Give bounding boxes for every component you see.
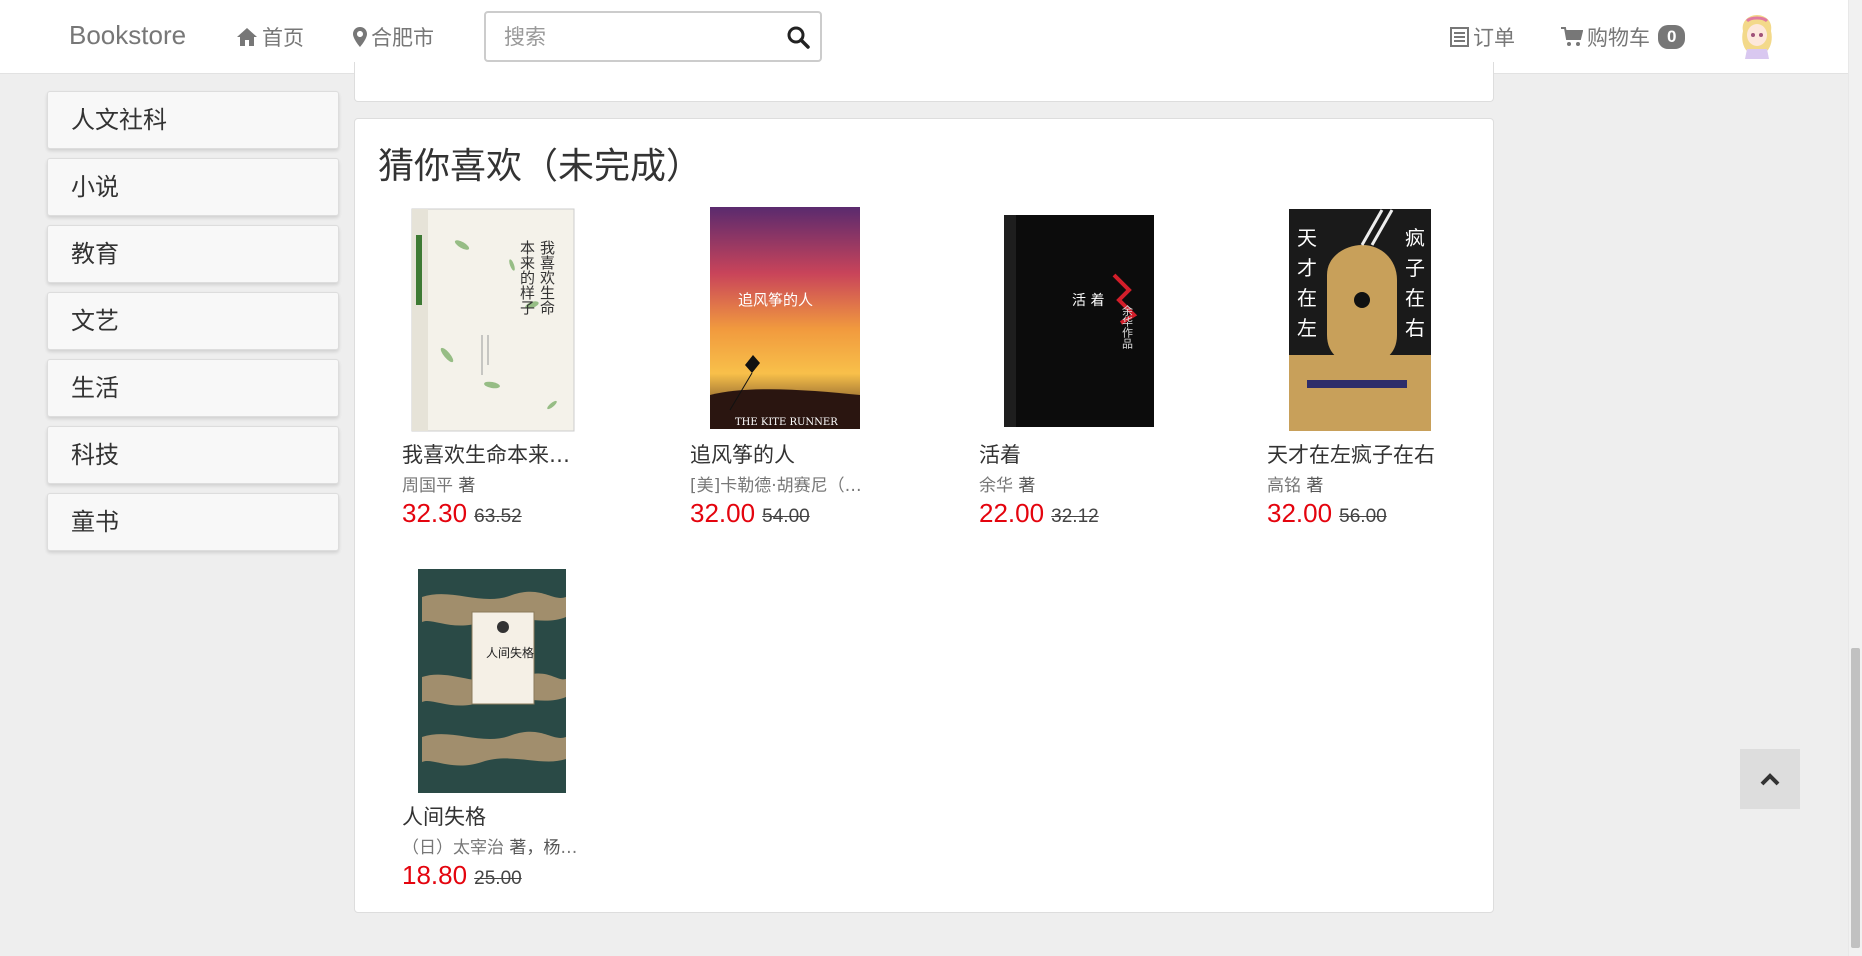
price-row: 32.30 63.52 [402, 498, 652, 529]
map-marker-icon [353, 27, 367, 47]
page-scrollbar[interactable] [1848, 0, 1862, 956]
book-card[interactable]: 天 才 在 左 疯 子 在 右 天才在左疯子在右 高铭 著 32.00 56.0… [1267, 205, 1517, 529]
svg-text:右: 右 [1405, 316, 1425, 340]
back-to-top-button[interactable] [1740, 749, 1800, 809]
price-row: 32.00 56.00 [1267, 498, 1517, 529]
book-card[interactable]: 活 着 余华作品 活着 余华 著 22.00 32.12 [979, 205, 1229, 529]
old-price: 32.12 [1051, 506, 1099, 527]
book-author: 周国平 著 [402, 471, 582, 496]
nav-location[interactable]: 合肥市 [353, 22, 434, 52]
sidebar-item-tech[interactable]: 科技 [47, 426, 339, 484]
book-author: 高铭 著 [1267, 471, 1447, 496]
svg-text:余华作品: 余华作品 [1121, 304, 1134, 349]
book-card[interactable]: 人间失格 人间失格 （日）太宰治 著，杨伟译 18.80 25.00 [402, 567, 652, 891]
price: 32.00 [1267, 498, 1333, 528]
author-suffix: 著 [1306, 476, 1324, 496]
book-cover[interactable]: 人间失格 [402, 567, 612, 797]
price-row: 32.00 54.00 [690, 498, 940, 529]
avatar-image [1735, 13, 1779, 59]
sidebar-item-children[interactable]: 童书 [47, 493, 339, 551]
book-cover[interactable]: 我喜欢生命 本来的样子 [402, 205, 612, 435]
svg-text:活 着: 活 着 [1072, 293, 1104, 309]
cart-count-badge: 0 [1658, 25, 1686, 49]
author-suffix: 著 [458, 476, 476, 496]
category-sidebar: 人文社科 小说 教育 文艺 生活 科技 童书 [47, 91, 339, 560]
svg-text:子: 子 [1405, 256, 1425, 280]
book-author: [美]卡勒德·胡赛尼（Khaled Hosseini） [690, 471, 870, 496]
old-price: 56.00 [1339, 506, 1387, 527]
book-title[interactable]: 活着 [979, 439, 1159, 469]
svg-text:本来的样子: 本来的样子 [518, 240, 536, 315]
old-price: 63.52 [474, 506, 522, 527]
price: 18.80 [402, 860, 468, 890]
book-title[interactable]: 人间失格 [402, 801, 582, 831]
svg-text:左: 左 [1297, 316, 1317, 340]
author-name: [美]卡勒德·胡赛尼（Khaled Hosseini） [690, 476, 870, 496]
svg-text:我喜欢生命: 我喜欢生命 [538, 240, 556, 315]
sidebar-item-life[interactable]: 生活 [47, 359, 339, 417]
svg-text:疯: 疯 [1405, 226, 1425, 250]
svg-text:追风筝的人: 追风筝的人 [738, 291, 813, 309]
list-icon [1450, 27, 1469, 47]
price: 32.00 [690, 498, 756, 528]
book-cover[interactable]: 活 着 余华作品 [979, 205, 1189, 435]
book-title[interactable]: 追风筝的人 [690, 439, 870, 469]
book-author: （日）太宰治 著，杨伟译 [402, 833, 582, 858]
svg-text:才: 才 [1297, 256, 1317, 280]
nav-home[interactable]: 首页 [236, 22, 304, 52]
svg-text:在: 在 [1405, 286, 1425, 310]
nav-orders-label: 订单 [1473, 26, 1515, 50]
previous-panel-bottom [354, 62, 1494, 102]
book-title[interactable]: 我喜欢生命本来的样子 [402, 439, 582, 469]
search-button[interactable] [786, 25, 810, 49]
author-name: 余华 [979, 476, 1013, 496]
old-price: 54.00 [762, 506, 810, 527]
book-card[interactable]: 追风筝的人 THE KITE RUNNER 追风筝的人 [美]卡勒德·胡赛尼（K… [690, 205, 940, 529]
author-suffix: 著，杨伟译 [509, 838, 582, 858]
sidebar-item-humanities[interactable]: 人文社科 [47, 91, 339, 149]
author-name: （日）太宰治 [402, 838, 504, 858]
nav-orders[interactable]: 订单 [1450, 22, 1515, 52]
svg-text:人间失格: 人间失格 [486, 645, 534, 660]
price: 22.00 [979, 498, 1045, 528]
brand-link[interactable]: Bookstore [69, 20, 186, 51]
nav-cart-label: 购物车 [1587, 26, 1650, 50]
price: 32.30 [402, 498, 468, 528]
author-name: 周国平 [402, 476, 453, 496]
nav-home-label: 首页 [262, 26, 304, 50]
search-icon [787, 26, 810, 49]
nav-location-label: 合肥市 [371, 26, 434, 50]
home-icon [237, 28, 257, 46]
recommend-title: 猜你喜欢（未完成） [378, 146, 703, 187]
old-price: 25.00 [474, 868, 522, 889]
svg-text:在: 在 [1297, 286, 1317, 310]
author-suffix: 著 [1018, 476, 1036, 496]
search-input[interactable] [488, 15, 768, 58]
user-avatar[interactable] [1735, 13, 1779, 59]
svg-text:THE KITE RUNNER: THE KITE RUNNER [735, 417, 838, 428]
price-row: 22.00 32.12 [979, 498, 1229, 529]
sidebar-item-arts[interactable]: 文艺 [47, 292, 339, 350]
sidebar-item-education[interactable]: 教育 [47, 225, 339, 283]
book-author: 余华 著 [979, 471, 1159, 496]
book-title[interactable]: 天才在左疯子在右 [1267, 439, 1447, 469]
chevron-up-icon [1760, 773, 1780, 786]
book-cover[interactable]: 追风筝的人 THE KITE RUNNER [690, 205, 900, 435]
author-name: 高铭 [1267, 476, 1301, 496]
book-cover[interactable]: 天 才 在 左 疯 子 在 右 [1267, 205, 1477, 435]
svg-text:天: 天 [1297, 226, 1317, 250]
shopping-cart-icon [1561, 27, 1583, 46]
sidebar-item-novel[interactable]: 小说 [47, 158, 339, 216]
book-card[interactable]: 我喜欢生命 本来的样子 我喜欢生命本来的样子 周国平 著 32.30 63.52 [402, 205, 652, 529]
scrollbar-thumb[interactable] [1851, 648, 1860, 948]
recommend-panel: 猜你喜欢（未完成） 我喜欢生命 本来的样子 我喜欢生命本来的 周国平 著 32.… [354, 118, 1494, 913]
price-row: 18.80 25.00 [402, 860, 652, 891]
nav-cart[interactable]: 购物车 0 [1561, 22, 1686, 52]
search-box [484, 11, 822, 62]
